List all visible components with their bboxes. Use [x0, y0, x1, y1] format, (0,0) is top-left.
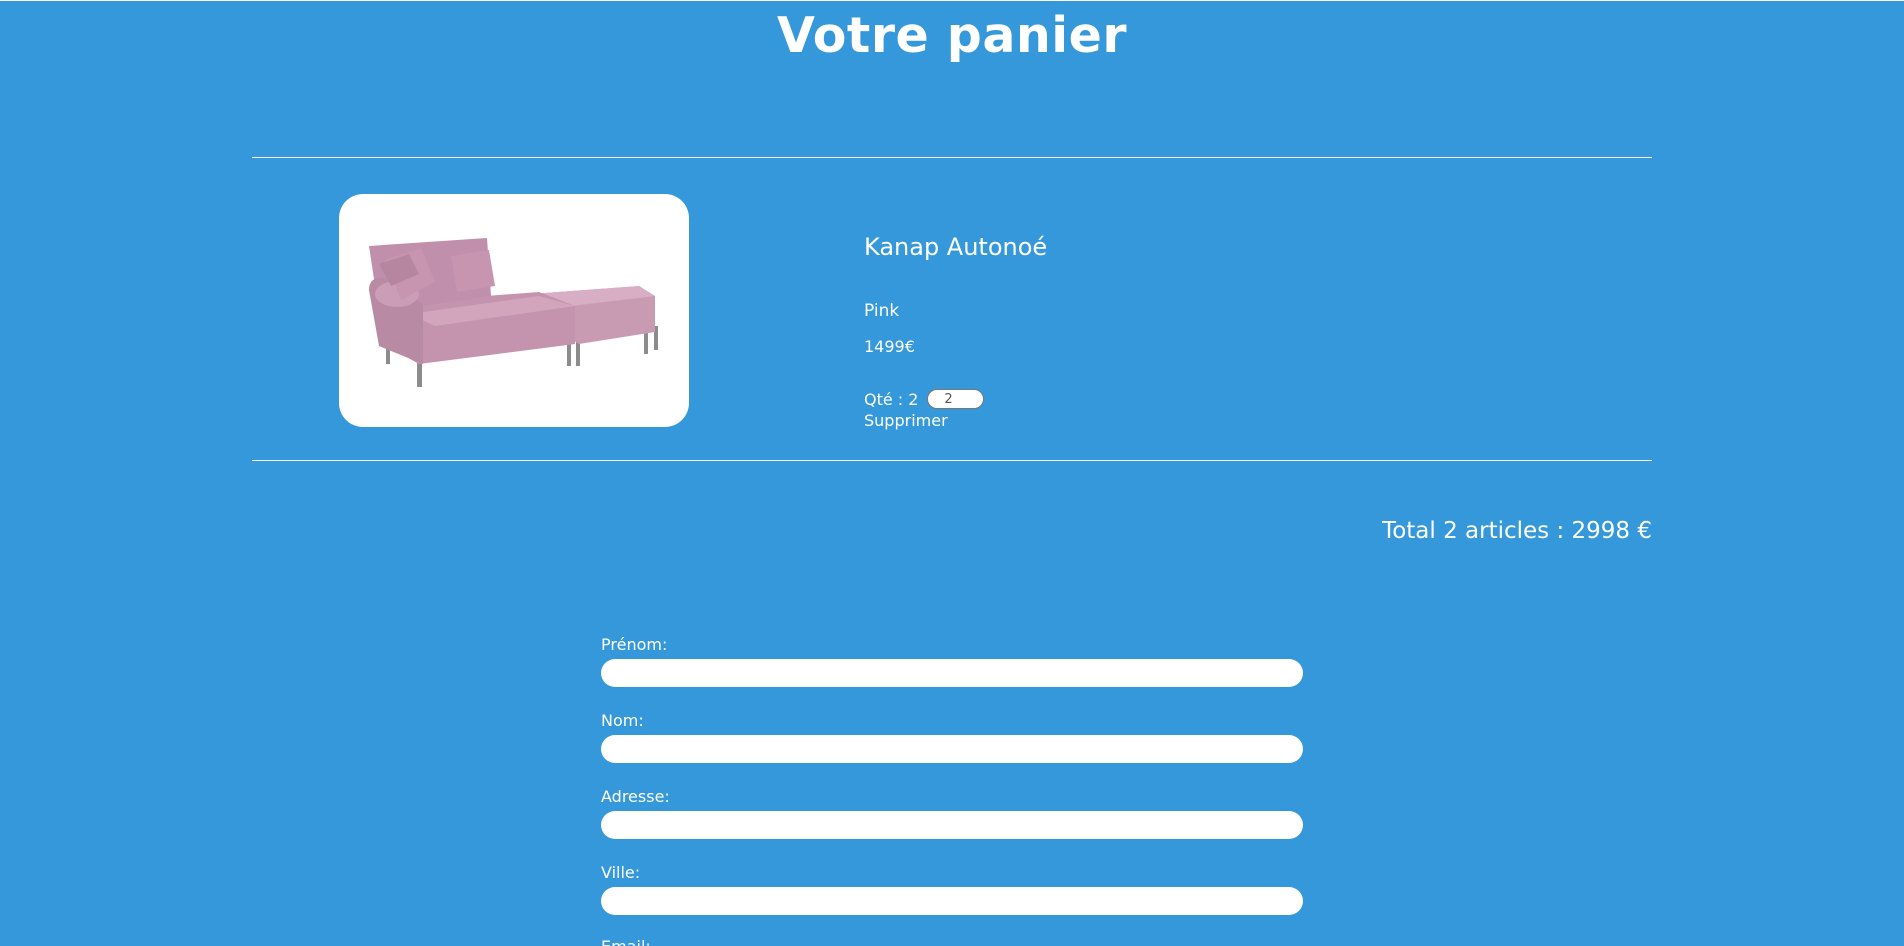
city-input[interactable]	[601, 887, 1303, 915]
city-label: Ville:	[601, 863, 641, 882]
last-name-group: Nom:	[601, 711, 1303, 763]
last-name-input[interactable]	[601, 735, 1303, 763]
quantity-input[interactable]	[927, 389, 985, 409]
quantity-label: Qté : 2	[864, 389, 919, 409]
pink-sofa-icon	[369, 238, 658, 387]
first-name-input[interactable]	[601, 659, 1303, 687]
city-group: Ville:	[601, 863, 1303, 915]
first-name-group: Prénom:	[601, 635, 1303, 687]
product-color: Pink	[864, 301, 900, 321]
page-title: Votre panier	[776, 7, 1127, 64]
address-group: Adresse:	[601, 787, 1303, 839]
cart-divider-top	[252, 157, 1652, 158]
product-image	[339, 194, 689, 427]
address-input[interactable]	[601, 811, 1303, 839]
first-name-label: Prénom:	[601, 635, 668, 654]
cart-total: Total 2 articles : 2998 €	[1382, 518, 1652, 544]
last-name-label: Nom:	[601, 711, 644, 730]
email-label: Email:	[601, 937, 1303, 946]
address-label: Adresse:	[601, 787, 670, 806]
cart-divider-bottom	[252, 460, 1652, 461]
cart-page: Votre panier Kanap Autonoé Pink 1499€ Qt…	[0, 0, 1904, 946]
product-price: 1499€	[864, 337, 915, 356]
email-group: Email:	[601, 937, 1303, 946]
product-name: Kanap Autonoé	[864, 232, 1048, 261]
delete-item-button[interactable]: Supprimer	[864, 411, 948, 430]
quantity-row: Qté : 2	[864, 389, 985, 409]
